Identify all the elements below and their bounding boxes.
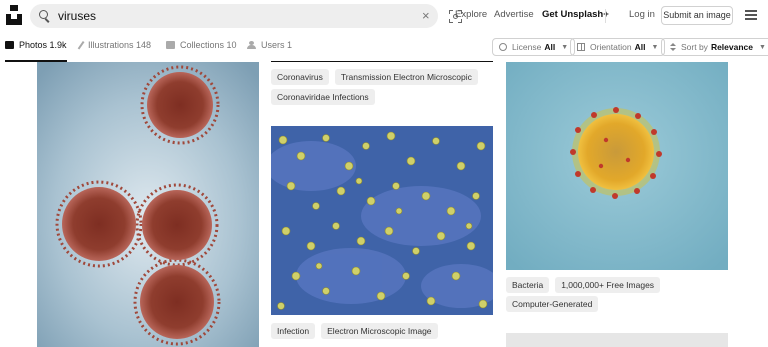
sort-icon [668,43,676,51]
unsplash-logo[interactable] [6,5,22,25]
photo-next-placeholder[interactable] [506,333,728,347]
logo-notch [11,14,17,19]
tag-row: Computer-Generated [506,296,599,312]
tab-users[interactable]: Users 1 [247,40,292,62]
license-filter[interactable]: License All ▼ [492,38,576,56]
menu-icon-line [745,10,757,12]
chevron-down-icon: ▼ [759,43,766,51]
menu-icon[interactable] [745,10,757,20]
search-bar[interactable]: × [30,4,462,28]
photo-single-virion[interactable] [506,62,728,270]
sort-filter[interactable]: Sort by Relevance ▼ [661,38,768,56]
tab-illustrations-count: 148 [136,40,152,50]
tab-photos-count: 1.9k [49,40,67,50]
search-icon-handle [44,18,50,23]
tag-bacteria[interactable]: Bacteria [506,277,550,293]
visual-search-corner [449,19,453,23]
menu-icon-line [745,18,757,20]
license-filter-label: License [512,42,542,52]
submit-image-button[interactable]: Submit an image [661,6,733,25]
sort-filter-value: Relevance [710,42,753,52]
tag-row: Coronavirus Transmission Electron Micros… [271,69,478,85]
tab-collections-count: 10 [226,40,237,50]
nav-divider [605,9,606,23]
tag-row: Bacteria 1,000,000+ Free Images [506,277,661,293]
search-tabs-bar: Photos 1.9k Illustrations 148 Collection… [0,32,768,62]
top-bar: × Explore Advertise Get Unsplash+ Log in… [0,0,768,32]
search-input[interactable] [58,8,388,24]
tab-users-label: Users [261,40,285,50]
tab-photos-label: Photos [19,40,48,50]
tab-photos[interactable]: Photos 1.9k [5,40,67,62]
tab-illustrations[interactable]: Illustrations 148 [76,40,151,62]
clear-icon[interactable]: × [422,9,430,23]
tag-row: Infection Electron Microscopic Image [271,323,438,339]
logo-top-block [10,5,18,11]
visual-search-corner [449,10,453,14]
orientation-filter-label: Orientation [590,42,632,52]
chevron-down-icon: ▼ [651,43,659,51]
chevron-down-icon: ▼ [561,43,569,51]
search-icon[interactable] [39,10,51,23]
virus-on-cell-image [271,126,493,315]
tag-coronavirus[interactable]: Coronavirus [271,69,329,85]
user-icon-body [247,45,256,49]
tab-illustrations-label: Illustrations [88,40,134,50]
nav-get-unsplash-plus[interactable]: Get Unsplash+ [542,9,609,20]
nav-advertise[interactable]: Advertise [494,9,534,20]
photo-coronavirus-cluster[interactable] [37,62,259,347]
user-icon [247,41,256,49]
single-virion-image [506,62,728,270]
sort-filter-label: Sort by [681,42,708,52]
login-link[interactable]: Log in [629,9,655,20]
tag-transmission-electron-microscopic[interactable]: Transmission Electron Microscopic [334,69,478,85]
tag-row: Coronaviridae Infections [271,89,375,105]
tag-free-images[interactable]: 1,000,000+ Free Images [555,277,661,293]
tab-users-count: 1 [287,40,293,50]
orientation-icon [577,43,585,51]
photo-icon [5,41,14,49]
coronavirus-cluster-image [37,62,259,347]
photo-virus-on-cell[interactable] [271,126,493,315]
orientation-filter[interactable]: Orientation All ▼ [570,38,666,56]
nav-explore[interactable]: Explore [455,9,487,20]
tab-collections[interactable]: Collections 10 [166,40,237,62]
tag-computer-generated[interactable]: Computer-Generated [506,296,599,312]
orientation-filter-value: All [634,42,646,52]
collections-icon [166,41,175,49]
search-icon-ring [39,10,48,19]
license-icon [499,43,507,51]
tag-coronaviridae-infections[interactable]: Coronaviridae Infections [271,89,375,105]
pen-icon [77,40,86,51]
menu-icon-line [745,14,757,16]
tag-infection[interactable]: Infection [271,323,316,339]
tab-collections-label: Collections [180,40,225,50]
tag-electron-microscopic-image[interactable]: Electron Microscopic Image [321,323,438,339]
license-filter-value: All [544,42,556,52]
photo-bottom-edge [271,61,493,62]
